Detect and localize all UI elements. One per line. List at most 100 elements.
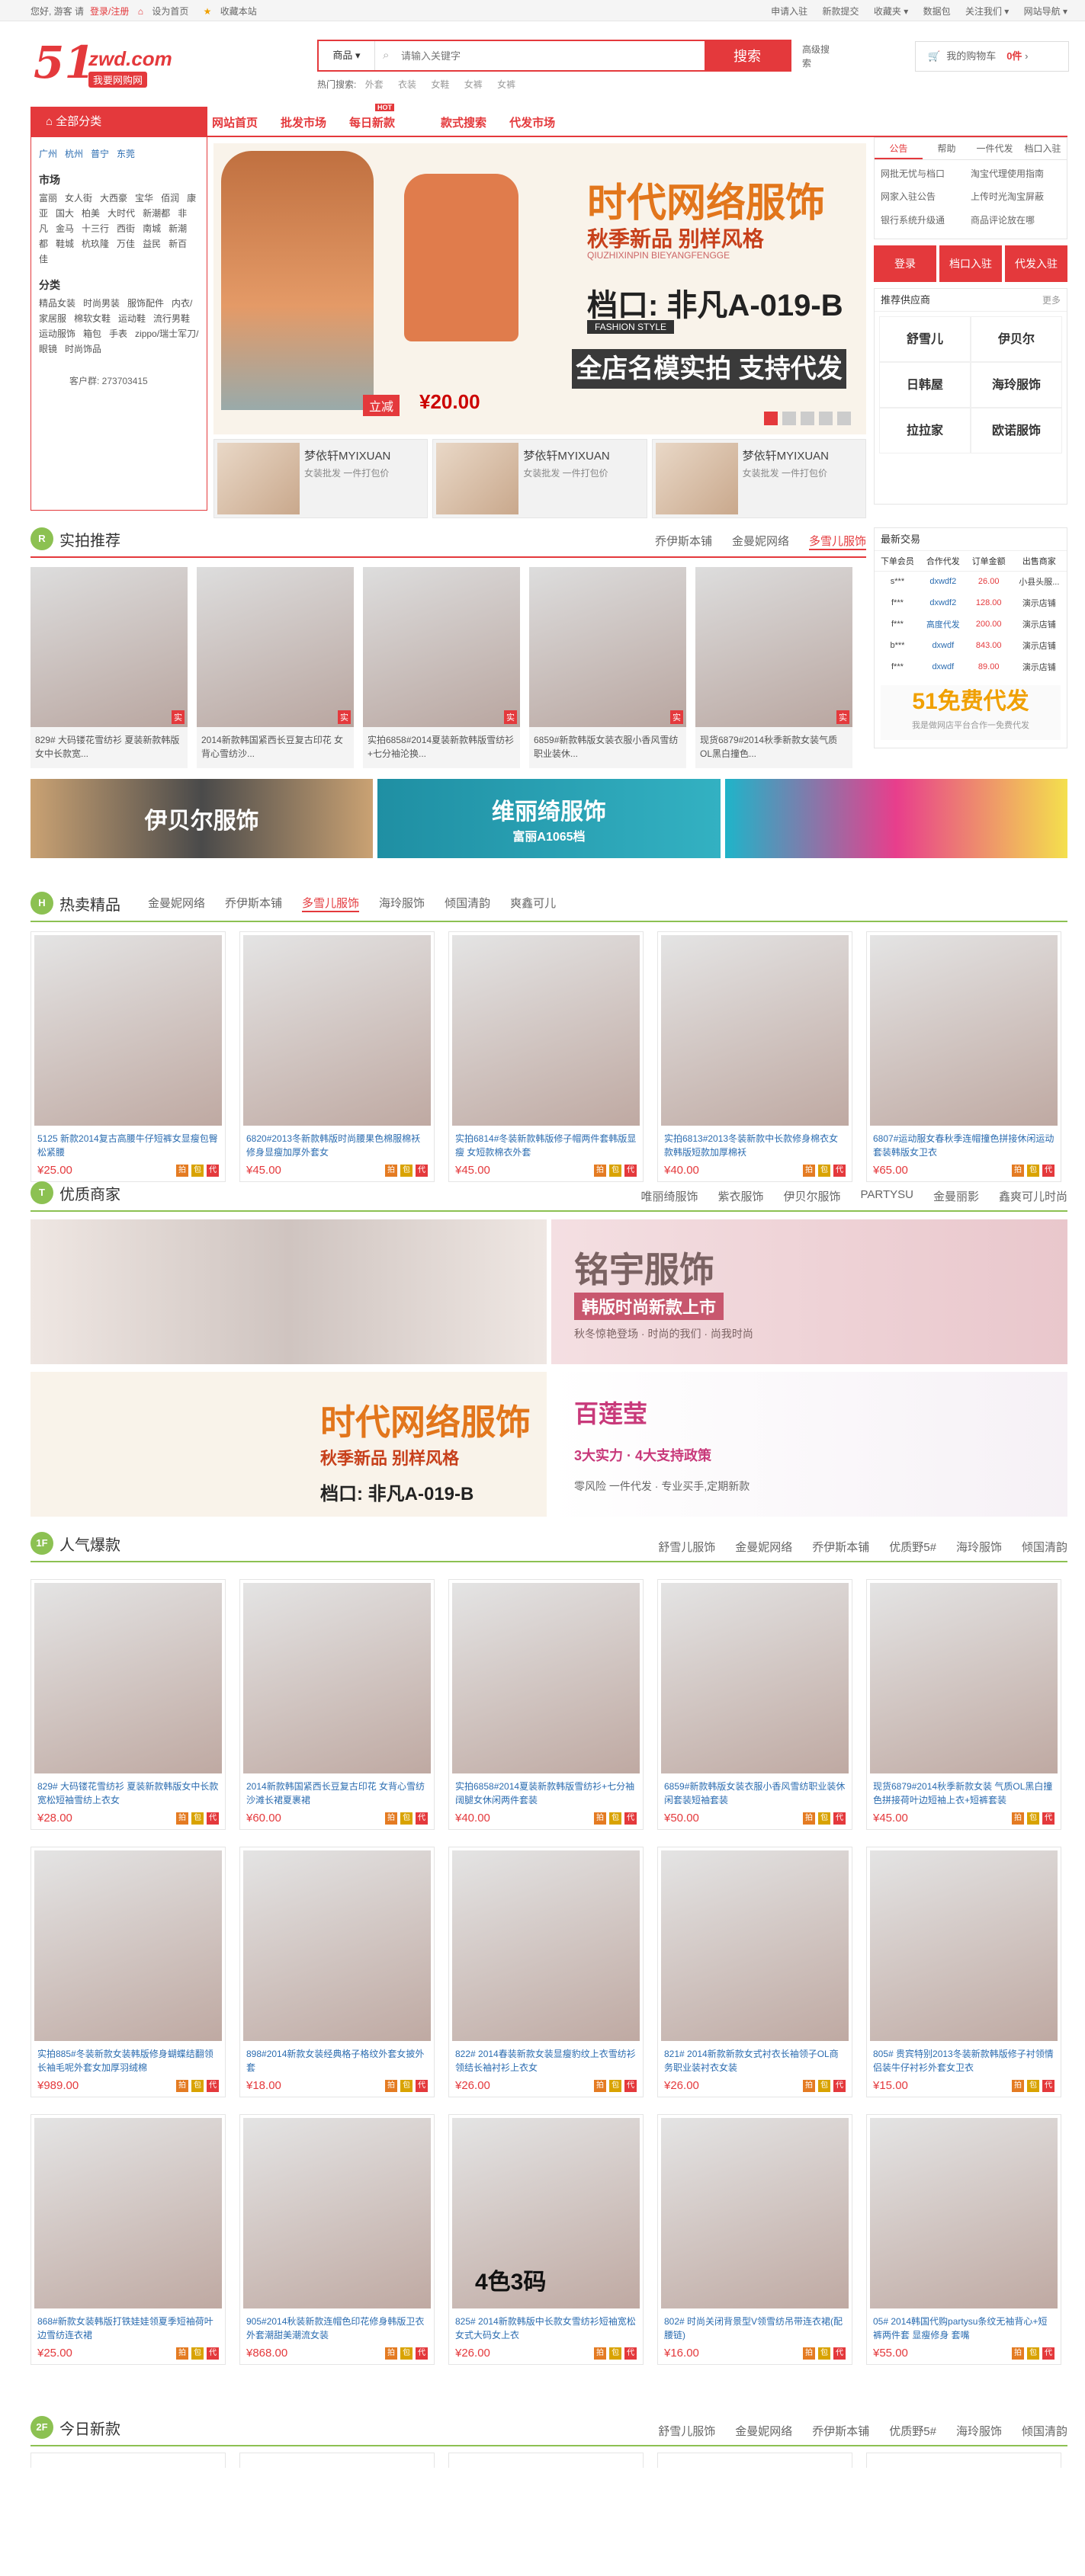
category-link[interactable]: 西街 <box>117 223 135 234</box>
category-link[interactable]: 运动服饰 <box>39 328 75 339</box>
bag-icon[interactable]: 包 <box>1027 1165 1039 1177</box>
dropship-icon[interactable]: 代 <box>416 1165 428 1177</box>
product-card[interactable]: 实现货6879#2014秋季新款女装气质OL黑白撞色... <box>695 567 852 768</box>
dropship-icon[interactable]: 代 <box>416 2347 428 2360</box>
register-link[interactable]: /注册 <box>108 6 129 17</box>
bag-icon[interactable]: 包 <box>1027 2347 1039 2360</box>
tab-join[interactable]: 档口入驻 <box>1019 138 1067 159</box>
site-logo[interactable]: 51 zwd.com 我要网购网 <box>34 37 209 90</box>
section-tab[interactable]: 倾国清韵 <box>1022 1539 1067 1555</box>
product-card[interactable]: 822# 2014春装新款女装显瘦豹纹上衣雪纺衫领结长袖衬衫上衣女 ¥26.00 拍… <box>448 1847 644 2097</box>
photo-icon[interactable]: 拍 <box>803 1812 815 1825</box>
notice-item[interactable]: 商品评论放在哪 <box>971 211 1061 234</box>
dropship-icon[interactable]: 代 <box>416 2080 428 2092</box>
product-title[interactable]: 实拍6858#2014夏装新款韩版雪纺衫+七分袖阔腿女休闲两件套装 <box>449 1777 643 1809</box>
photo-icon[interactable]: 拍 <box>1012 1812 1024 1825</box>
city-link[interactable]: 东莞 <box>117 149 135 159</box>
category-link[interactable]: 十三行 <box>82 223 109 234</box>
photo-icon[interactable]: 拍 <box>594 2080 606 2092</box>
bag-icon[interactable]: 包 <box>818 2080 830 2092</box>
category-link[interactable]: 棉软女鞋 <box>74 313 111 324</box>
product-card[interactable]: 6859#新款韩版女装衣服小香风雪纺职业装休闲套装短袖套装 ¥50.00 拍包代 <box>657 1579 852 1830</box>
category-link[interactable]: 鞋城 <box>56 239 74 249</box>
product-title[interactable]: 5125 新款2014复古高腰牛仔短裤女显瘦包臀松紧腰 <box>31 1129 225 1161</box>
supplier-logo[interactable]: 拉拉家 <box>879 408 971 453</box>
bag-icon[interactable]: 包 <box>400 2080 412 2092</box>
category-link[interactable]: 时尚男装 <box>83 298 120 309</box>
dropship-icon[interactable]: 代 <box>833 2347 846 2360</box>
section-tab[interactable]: 优质野5# <box>889 2423 936 2439</box>
product-title[interactable]: 822# 2014春装新款女装显瘦豹纹上衣雪纺衫领结长袖衬衫上衣女 <box>449 2044 643 2076</box>
hot-search-item[interactable]: 女鞋 <box>431 79 449 90</box>
dropship-icon[interactable]: 代 <box>1042 2347 1055 2360</box>
hot-search-item[interactable]: 女裤 <box>464 79 483 90</box>
set-home-link[interactable]: ⌂ 设为首页 <box>138 6 195 17</box>
bag-icon[interactable]: 包 <box>191 1165 204 1177</box>
product-title[interactable]: 898#2014新款女装经典格子格纹外套女披外套 <box>240 2044 434 2076</box>
dropship-icon[interactable]: 代 <box>1042 2080 1055 2092</box>
photo-icon[interactable]: 拍 <box>1012 2080 1024 2092</box>
login-link[interactable]: 登录 <box>90 6 108 17</box>
dropship-promo[interactable]: 51免费代发 我是做网店平台合作一免费代发 <box>881 685 1061 740</box>
tab-help[interactable]: 帮助 <box>923 138 971 159</box>
product-title[interactable]: 6820#2013冬新款韩版时尚腰果色棉服棉袄修身显瘦加厚外套女 <box>240 1129 434 1161</box>
dropship-icon[interactable]: 代 <box>624 1165 637 1177</box>
product-title[interactable]: 现货6879#2014秋季新款女装 气质OL黑白撞色拼接荷叶边短袖上衣+短裤套装 <box>867 1777 1061 1809</box>
dropship-icon[interactable]: 代 <box>1042 1165 1055 1177</box>
notice-item[interactable]: 网家入驻公告 <box>881 187 971 210</box>
supplier-logo[interactable]: 欧诺服饰 <box>971 408 1062 453</box>
advanced-search-link[interactable]: 高级搜索 <box>802 43 833 70</box>
dropship-join-button[interactable]: 代发入驻 <box>1005 245 1067 282</box>
photo-icon[interactable]: 拍 <box>385 2080 397 2092</box>
category-link[interactable]: 大时代 <box>108 208 135 219</box>
category-link[interactable]: 流行男鞋 <box>153 313 190 324</box>
photo-icon[interactable]: 拍 <box>594 1812 606 1825</box>
photo-icon[interactable]: 拍 <box>594 2347 606 2360</box>
category-link[interactable]: 富丽 <box>39 193 57 203</box>
section-tab[interactable]: 紫衣服饰 <box>717 1188 763 1204</box>
section-tab[interactable]: 多雪儿服饰 <box>302 895 360 912</box>
photo-icon[interactable]: 拍 <box>803 1165 815 1177</box>
bag-icon[interactable]: 包 <box>818 1165 830 1177</box>
nav-daily-new[interactable]: 每日新款 HOT <box>349 103 418 130</box>
notice-item[interactable]: 银行系统升级通 <box>881 211 971 234</box>
section-tab[interactable]: 海玲服饰 <box>956 1539 1002 1555</box>
bag-icon[interactable]: 包 <box>191 2080 204 2092</box>
product-card[interactable]: 905#2014秋装新款连帽色印花修身韩版卫衣外套潮甜美潮流女装 ¥868.00 拍… <box>239 2114 435 2365</box>
section-tab[interactable]: 唯丽绮服饰 <box>640 1188 698 1204</box>
category-link[interactable]: 益民 <box>143 239 161 249</box>
product-card[interactable]: 2014新款韩国紧西长豆复古印花 女背心雪纺沙滩长裙夏裹裙 ¥60.00 拍包代 <box>239 1579 435 1830</box>
category-link[interactable]: 柏美 <box>82 208 100 219</box>
city-link[interactable]: 杭州 <box>65 149 83 159</box>
ad-banner[interactable]: 维丽绮服饰 富丽A1065档 <box>377 779 721 858</box>
merchant-banner[interactable]: 时代网络服饰 秋季新品 别样风格 档口: 非凡A-019-B <box>30 1372 547 1517</box>
section-tab[interactable]: 乔伊斯本铺 <box>812 2423 869 2439</box>
login-button[interactable]: 登录 <box>874 245 936 282</box>
section-tab[interactable]: 金曼妮网络 <box>735 1539 792 1555</box>
category-link[interactable]: 南城 <box>143 223 161 234</box>
bag-icon[interactable]: 包 <box>1027 1812 1039 1825</box>
bag-icon[interactable]: 包 <box>818 2347 830 2360</box>
dropship-icon[interactable]: 代 <box>624 2080 637 2092</box>
stall-join-button[interactable]: 档口入驻 <box>939 245 1002 282</box>
product-card[interactable]: 实拍885#冬装新款女装韩版修身蝴蝶结翻领长袖毛呢外套女加厚羽绒棉 ¥989.00… <box>30 1847 226 2097</box>
section-tab[interactable]: 海玲服饰 <box>956 2423 1002 2439</box>
category-link[interactable]: 服饰配件 <box>127 298 164 309</box>
search-button[interactable]: 搜索 <box>705 41 790 70</box>
section-tab[interactable]: 舒雪儿服饰 <box>658 2423 715 2439</box>
carousel-dot[interactable] <box>764 412 778 425</box>
photo-icon[interactable]: 拍 <box>176 2347 188 2360</box>
category-link[interactable]: 佰润 <box>161 193 179 203</box>
product-card[interactable] <box>866 2453 1061 2468</box>
product-card[interactable]: 829# 大码镂花雪纺衫 夏装新款韩版女中长款宽松短袖雪纺上衣女 ¥28.00 拍包… <box>30 1579 226 1830</box>
section-tab[interactable]: PARTYSU <box>861 1188 913 1204</box>
product-title[interactable]: 802# 时尚关闭背景型V领雪纺吊带连衣裙(配腰链) <box>658 2312 852 2344</box>
product-card[interactable]: 实拍6813#2013冬装新款中长款修身棉衣女款韩版短款加厚棉袄 ¥40.00 拍包… <box>657 931 852 1182</box>
product-card[interactable]: 实拍6814#冬装新款韩版修子帽两件套韩版显瘦 女短款棉衣外套 ¥45.00 拍包代 <box>448 931 644 1182</box>
product-title[interactable]: 6859#新款韩版女装衣服小香风雪纺职业装休闲套装短袖套装 <box>658 1777 852 1809</box>
category-link[interactable]: 宝华 <box>135 193 153 203</box>
apply-link[interactable]: 申请入驻 <box>771 6 807 17</box>
dropship-icon[interactable]: 代 <box>833 2080 846 2092</box>
category-link[interactable]: 大西豪 <box>100 193 127 203</box>
search-input[interactable] <box>375 41 705 70</box>
